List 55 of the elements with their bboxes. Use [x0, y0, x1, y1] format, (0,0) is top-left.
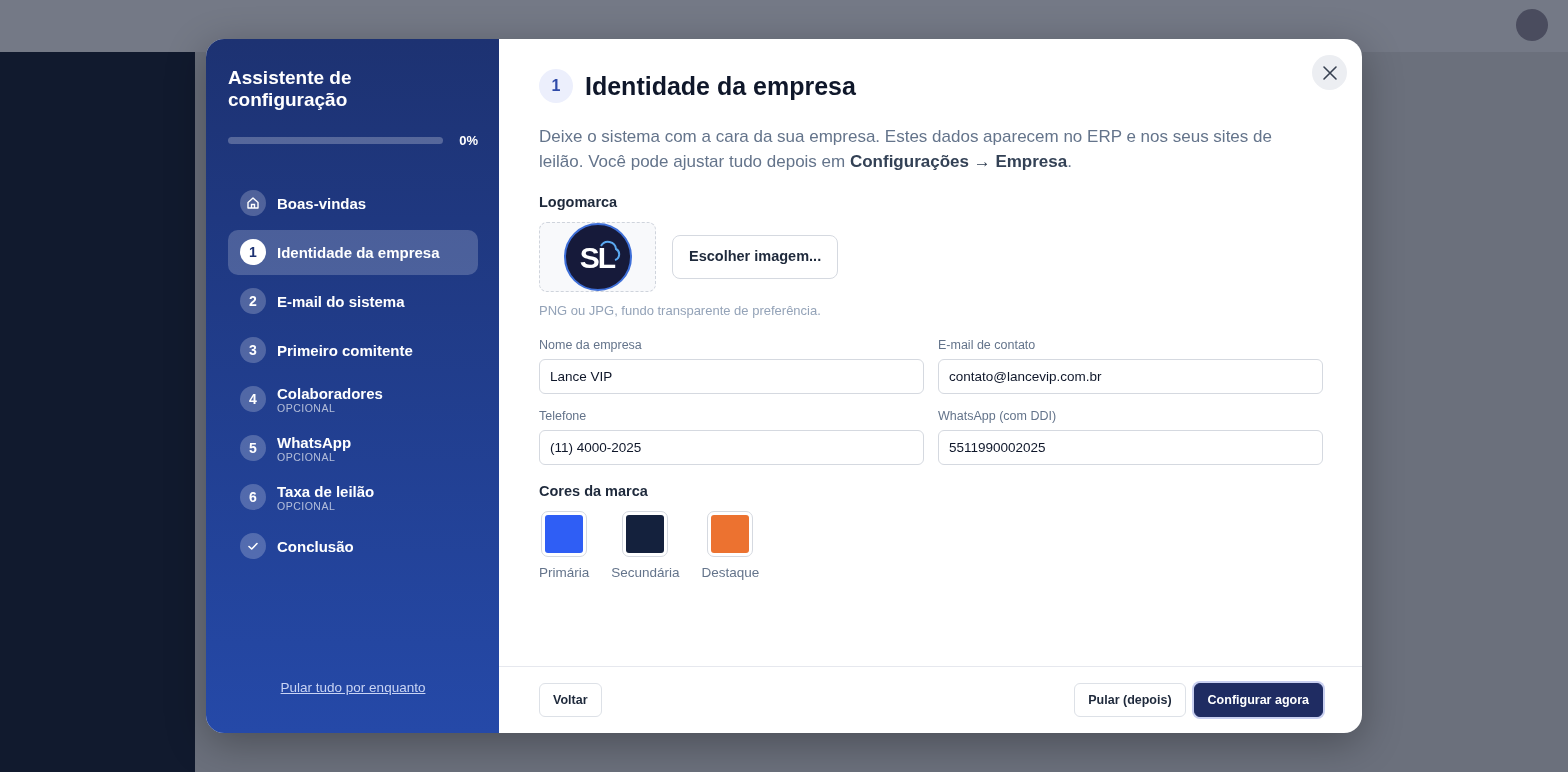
step-label: Conclusão — [277, 537, 354, 555]
color-label: Destaque — [701, 563, 760, 582]
home-icon — [246, 196, 260, 210]
step-number: 2 — [240, 288, 266, 314]
step-number: 3 — [240, 337, 266, 363]
back-button[interactable]: Voltar — [539, 682, 602, 718]
choose-image-button[interactable]: Escolher imagem... — [672, 234, 839, 279]
color-label: Primária — [539, 563, 590, 582]
field-label: WhatsApp (com DDI) — [938, 408, 1058, 425]
close-icon — [1321, 64, 1338, 81]
logo-hint: PNG ou JPG, fundo transparente de preferência. — [539, 301, 822, 320]
optional-note: OPCIONAL — [277, 450, 336, 463]
step-number: 1 — [240, 239, 266, 265]
wizard-step[interactable]: 2 E-mail do sistema — [228, 278, 478, 324]
field-label: Nome da empresa — [539, 337, 643, 355]
wizard-step[interactable]: 6 Taxa de leilão OPCIONAL — [228, 474, 478, 520]
wizard-step[interactable]: Conclusão — [228, 523, 478, 569]
skip-all-link[interactable]: Pular tudo por enquanto — [280, 680, 426, 695]
wizard-step[interactable]: 3 Primeiro comitente — [228, 327, 478, 373]
company-logo: SL — [562, 221, 633, 292]
input-field[interactable]: (11) 4000-2025 — [539, 429, 924, 465]
configure-now-button[interactable]: Configurar agora — [1193, 682, 1323, 718]
field-label: Telefone — [539, 408, 588, 425]
optional-note: OPCIONAL — [277, 401, 337, 414]
logo-dropzone[interactable]: SL — [539, 221, 656, 292]
step-label: Taxa de leilão — [277, 482, 375, 500]
step-label: Colaboradores — [277, 384, 383, 402]
wizard-step[interactable]: 5 WhatsApp OPCIONAL — [228, 425, 478, 471]
step-number: 6 — [240, 484, 266, 510]
step-label: Primeiro comitente — [277, 341, 413, 359]
page-title: Identidade da empresa — [585, 71, 856, 101]
wizard-step[interactable]: 1 Identidade da empresa — [228, 229, 478, 275]
wizard-step[interactable]: 4 Colaboradores OPCIONAL — [228, 376, 478, 422]
step-label: E-mail do sistema — [277, 292, 405, 310]
step-number: 4 — [240, 386, 266, 412]
step-label: WhatsApp — [277, 433, 352, 451]
step-number-badge: 1 — [539, 69, 573, 103]
input-field[interactable]: contato@lancevip.com.br — [938, 359, 1323, 394]
optional-note: OPCIONAL — [277, 499, 337, 512]
close-button[interactable] — [1312, 55, 1347, 90]
colors-label: Cores da marca — [539, 481, 649, 501]
skip-button[interactable]: Pular (depois) — [1074, 682, 1186, 718]
color-label: Secundária — [611, 563, 680, 582]
input-field[interactable]: Lance VIP — [539, 359, 924, 394]
step-number: 5 — [240, 435, 266, 461]
field-label: E-mail de contato — [938, 337, 1037, 355]
input-field[interactable]: 5511990002025 — [938, 429, 1323, 465]
logo-label: Logomarca — [539, 193, 619, 212]
progress-reading: 0% — [459, 132, 478, 150]
step-label: Boas-vindas — [277, 194, 367, 212]
wizard-title: Assistente de configuração — [228, 67, 353, 111]
step-label: Identidade da empresa — [277, 243, 440, 261]
description: Deixe o sistema com a cara da sua empresa. Estes dados aparecem no ERP e nos seus sites de leilão. Você pode ajustar tudo depois em Configurações → Empresa. — [539, 126, 1273, 173]
check-icon — [247, 540, 259, 552]
wizard-step[interactable]: Boas-vindas — [228, 180, 478, 226]
